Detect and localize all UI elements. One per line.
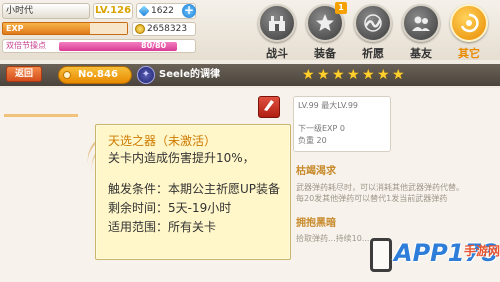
watermark-subtext: 手游网 [464,244,500,258]
tooltip-scope: 适用范围：所有关卡 [108,220,217,234]
bonus-label: 双倍节操点 [6,41,46,50]
gold-counter: 2658323 [132,22,196,36]
back-button[interactable]: 返回 [6,66,42,82]
other-icon [450,4,488,42]
nav-wish[interactable]: 祈愿 [350,2,396,60]
equipment-badge: 1 [335,2,347,14]
skill-title-2: 拥抱黑暗 [296,218,336,229]
exp-label: EXP [6,24,24,33]
tooltip-condition: 触发条件：本期公主祈愿UP装备 [108,182,281,196]
friends-icon [402,4,440,42]
star-icon: ★ [377,67,390,83]
item-name: Seele的调律 [159,69,220,80]
weapon-next-exp: 下一级EXP 0 [298,124,345,133]
nav-wish-label: 祈愿 [362,47,384,60]
nav-battle-label: 战斗 [266,47,288,60]
nav-equipment-label: 装备 [314,47,336,60]
skill-title: 枯竭渴求 [296,166,336,177]
add-gems-button[interactable]: + [182,4,196,18]
battle-icon [258,4,296,42]
gem-count: 1622 [151,6,174,16]
weapon-level-card: LV.99 最大LV.99 下一级EXP 0 负重 20 [293,96,391,152]
phone-icon [370,238,392,272]
wish-icon [354,4,392,42]
star-rating: ★ ★ ★ ★ ★ ★ ★ [302,66,406,84]
gold-coin-icon [135,24,145,34]
tag-dot-icon [63,71,71,79]
bonus-value: 80/80 [141,41,167,50]
hero-emblem-icon: ✦ [137,66,155,84]
nav-friends-label: 基友 [410,47,432,60]
star-icon: ★ [317,67,330,83]
star-icon: ★ [392,67,405,83]
tooltip-title: 天选之器（未激活） [108,134,217,148]
exp-bar: EXP [2,22,128,35]
gem-icon [138,5,150,17]
exp-bar-empty [89,23,127,34]
star-icon: ★ [302,67,315,83]
main-nav: 战斗 1 装备 祈愿 基友 其它 [250,2,500,62]
weapon-exp-bar [4,114,78,117]
item-number-tag: No.846 [58,66,132,84]
nav-equipment[interactable]: 1 装备 [302,2,348,60]
nav-other[interactable]: 其它 [446,2,492,60]
star-icon: ★ [332,67,345,83]
double-bonus-bar: 双倍节操点 80/80 [2,39,196,53]
tooltip-effect: 关卡内造成伤害提升10%， [108,151,255,165]
player-name: 小时代 [2,3,90,19]
item-number: No.846 [78,69,118,80]
tooltip-remaining: 剩余时间：5天-19小时 [108,201,232,215]
gold-count: 2658323 [147,24,188,34]
skill-description: 武器弹药耗尽时，可以消耗其他武器弹药代替。每20发其他弹药可以替代1发当前武器弹… [296,183,464,203]
top-status-bar: 小时代 LV.126 1622 + EXP 2658323 双倍节操点 80/8… [0,0,500,60]
nav-friends[interactable]: 基友 [398,2,444,60]
weapon-load: 负重 20 [298,136,327,145]
nav-other-label: 其它 [458,47,480,60]
bonus-tooltip: 天选之器（未激活） 关卡内造成伤害提升10%， 触发条件：本期公主祈愿UP装备 … [95,124,291,260]
nav-battle[interactable]: 战斗 [254,2,300,60]
star-icon: ★ [347,67,360,83]
weapon-icon[interactable] [258,96,280,118]
weapon-level: LV.99 最大LV.99 [298,101,359,110]
watermark: APP178 手游网 [370,232,500,280]
star-icon: ★ [362,67,375,83]
player-level: LV.126 [93,3,133,19]
